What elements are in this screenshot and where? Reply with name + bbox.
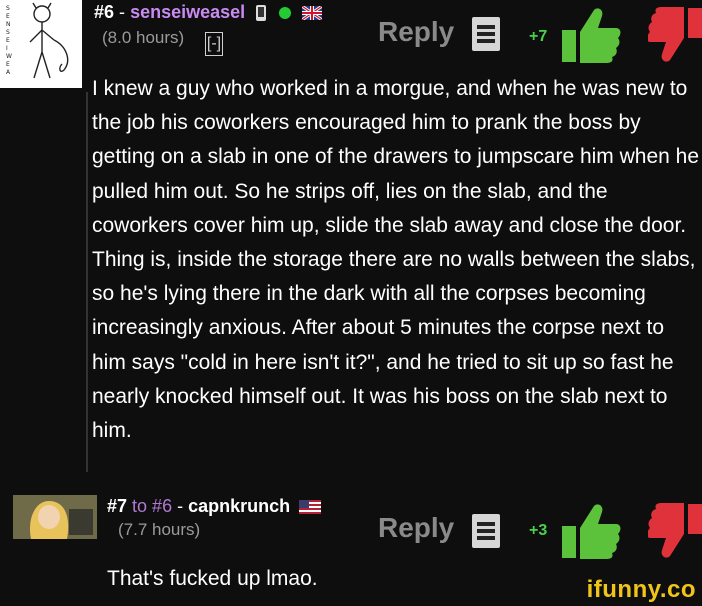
reply-button[interactable]: Reply (378, 512, 454, 544)
menu-icon[interactable] (472, 514, 500, 548)
svg-text:S: S (6, 29, 10, 36)
reply-to-link[interactable]: to #6 (132, 496, 172, 516)
uk-flag-icon (302, 6, 323, 21)
username[interactable]: senseiweasel (130, 2, 245, 22)
anime-character-avatar-icon (13, 495, 97, 539)
svg-text:S: S (6, 5, 10, 12)
thumbs-up-icon[interactable] (560, 502, 622, 560)
svg-text:E: E (6, 61, 10, 68)
timestamp: (7.7 hours) (118, 520, 201, 539)
mobile-icon (256, 5, 267, 22)
timestamp: (8.0 hours) (102, 28, 185, 47)
menu-icon[interactable] (472, 17, 500, 51)
weasel-drawing-icon: SEN SEI WEA (0, 0, 82, 88)
reply-button[interactable]: Reply (378, 16, 454, 48)
score: +3 (529, 522, 548, 539)
comment-number: #6 (94, 2, 115, 22)
svg-text:N: N (6, 21, 11, 28)
comment-body: I knew a guy who worked in a morgue, and… (92, 77, 700, 443)
thumbs-up-icon[interactable] (560, 6, 622, 64)
username[interactable]: capnkrunch (188, 496, 290, 516)
avatar[interactable]: SEN SEI WEA (0, 0, 82, 88)
online-dot-icon (279, 7, 292, 20)
svg-text:E: E (6, 37, 10, 44)
ifunny-watermark: ifunny.co (586, 576, 696, 603)
avatar[interactable] (13, 495, 97, 539)
comment-6: SEN SEI WEA #6 - senseiweasel (8.0 hours… (0, 0, 702, 484)
svg-text:W: W (6, 53, 12, 60)
thread-line (86, 92, 88, 472)
thumbs-down-icon[interactable] (648, 502, 702, 560)
collapse-button[interactable]: [-] (205, 32, 223, 56)
comment-number: #7 (107, 496, 128, 516)
us-flag-icon (299, 500, 322, 515)
thumbs-down-icon[interactable] (648, 6, 702, 64)
score: +7 (529, 28, 548, 45)
comment-header: #6 - senseiweasel (94, 2, 323, 23)
svg-text:I: I (6, 45, 8, 52)
svg-text:E: E (6, 13, 10, 20)
comment-header: #7 to #6 - capnkrunch (107, 496, 322, 517)
